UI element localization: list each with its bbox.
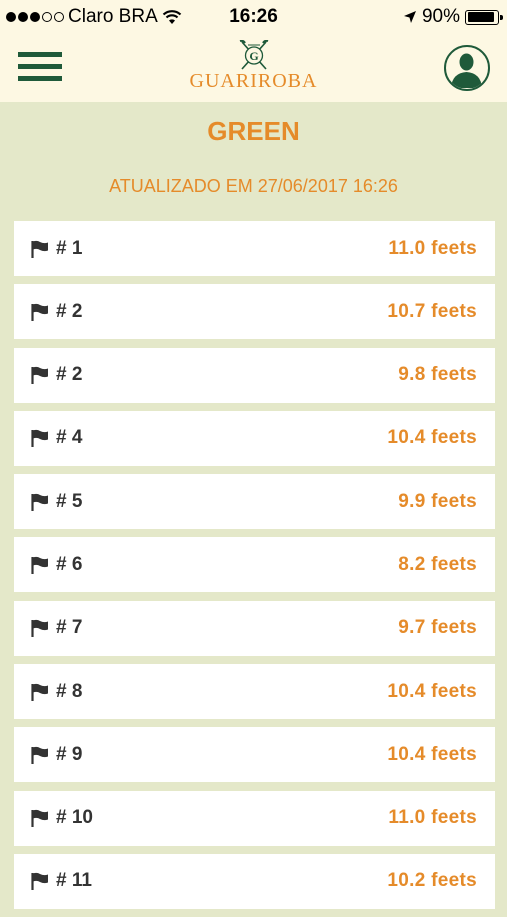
- hole-number: # 8: [56, 680, 83, 702]
- hole-number: # 4: [56, 427, 83, 449]
- hole-label-group: # 2: [30, 301, 82, 323]
- location-arrow-icon: [403, 11, 416, 23]
- hole-row[interactable]: # 4 10.4 feets: [14, 410, 495, 466]
- hole-number: # 9: [56, 743, 83, 765]
- hole-row[interactable]: # 8 10.4 feets: [14, 664, 495, 720]
- user-avatar-icon[interactable]: [444, 45, 490, 91]
- battery-percent: 90%: [421, 6, 460, 27]
- green-speed-value: 10.4 feets: [387, 427, 477, 449]
- hole-label-group: # 4: [30, 427, 82, 449]
- flag-icon: [30, 746, 50, 764]
- hole-number: # 2: [56, 364, 83, 386]
- green-speed-list: # 1 11.0 feets # 2 10.7 feets # 2 9.8 feets # …: [14, 221, 495, 917]
- hole-label-group: # 8: [30, 681, 82, 703]
- hole-label-group: # 1: [30, 238, 82, 260]
- flag-icon: [30, 683, 50, 701]
- battery-icon: [465, 9, 503, 25]
- hole-row[interactable]: # 6 8.2 feets: [14, 537, 495, 593]
- hole-label-group: # 2: [30, 364, 82, 386]
- hole-number: # 6: [56, 553, 83, 575]
- hole-row[interactable]: # 11 10.2 feets: [14, 853, 495, 909]
- hole-row[interactable]: # 1 11.0 feets: [14, 221, 495, 276]
- status-right: 90%: [403, 6, 503, 28]
- hole-row[interactable]: # 5 9.9 feets: [14, 474, 495, 530]
- green-speed-value: 9.7 feets: [398, 617, 477, 639]
- flag-icon: [30, 619, 50, 638]
- flag-icon: [30, 366, 50, 385]
- green-speed-value: 9.8 feets: [398, 364, 477, 386]
- flag-icon: [30, 303, 50, 321]
- green-speed-value: 10.4 feets: [387, 743, 477, 765]
- hole-label-group: # 11: [30, 870, 92, 892]
- hole-row[interactable]: # 10 11.0 feets: [14, 790, 495, 846]
- flag-icon: [30, 240, 50, 258]
- hole-label-group: # 6: [30, 554, 82, 576]
- page-title: GREEN: [207, 116, 300, 146]
- golf-clubs-emblem-icon: G: [239, 40, 268, 70]
- green-speed-value: 10.7 feets: [387, 300, 477, 322]
- status-bar: Claro BRA 16:26 90%: [0, 0, 507, 34]
- green-speed-value: 8.2 feets: [398, 553, 477, 575]
- flag-icon: [30, 872, 50, 891]
- green-speed-value: 11.0 feets: [388, 807, 477, 829]
- hole-number: # 1: [56, 237, 83, 259]
- green-speed-value: 11.0 feets: [388, 237, 477, 259]
- green-speed-value: 9.9 feets: [398, 490, 477, 512]
- green-speed-value: 10.2 feets: [387, 870, 477, 892]
- hole-row[interactable]: # 7 9.7 feets: [14, 600, 495, 656]
- hole-number: # 11: [56, 870, 92, 892]
- logo-text: GUARIROBA: [189, 70, 318, 92]
- hole-number: # 7: [56, 617, 83, 639]
- flag-icon: [30, 493, 50, 511]
- hole-number: # 10: [56, 807, 93, 829]
- green-speed-value: 10.4 feets: [387, 680, 477, 702]
- hole-label-group: # 7: [30, 617, 82, 639]
- hole-row[interactable]: # 2 9.8 feets: [14, 347, 495, 403]
- svg-text:G: G: [249, 49, 258, 63]
- hole-number: # 5: [56, 490, 83, 512]
- flag-icon: [30, 429, 50, 448]
- hole-number: # 2: [56, 300, 83, 322]
- flag-icon: [30, 556, 50, 574]
- app-logo: G GUARIROBA: [0, 40, 507, 93]
- hole-label-group: # 5: [30, 491, 82, 513]
- hole-label-group: # 9: [30, 744, 82, 766]
- flag-icon: [30, 809, 50, 828]
- hole-row[interactable]: # 2 10.7 feets: [14, 284, 495, 340]
- person-silhouette-icon: [451, 53, 482, 88]
- battery-level: [467, 12, 494, 22]
- app-header: G GUARIROBA: [0, 34, 507, 102]
- hole-label-group: # 10: [30, 807, 93, 829]
- hole-row[interactable]: # 9 10.4 feets: [14, 727, 495, 783]
- last-updated-text: ATUALIZADO EM 27/06/2017 16:26: [109, 176, 398, 196]
